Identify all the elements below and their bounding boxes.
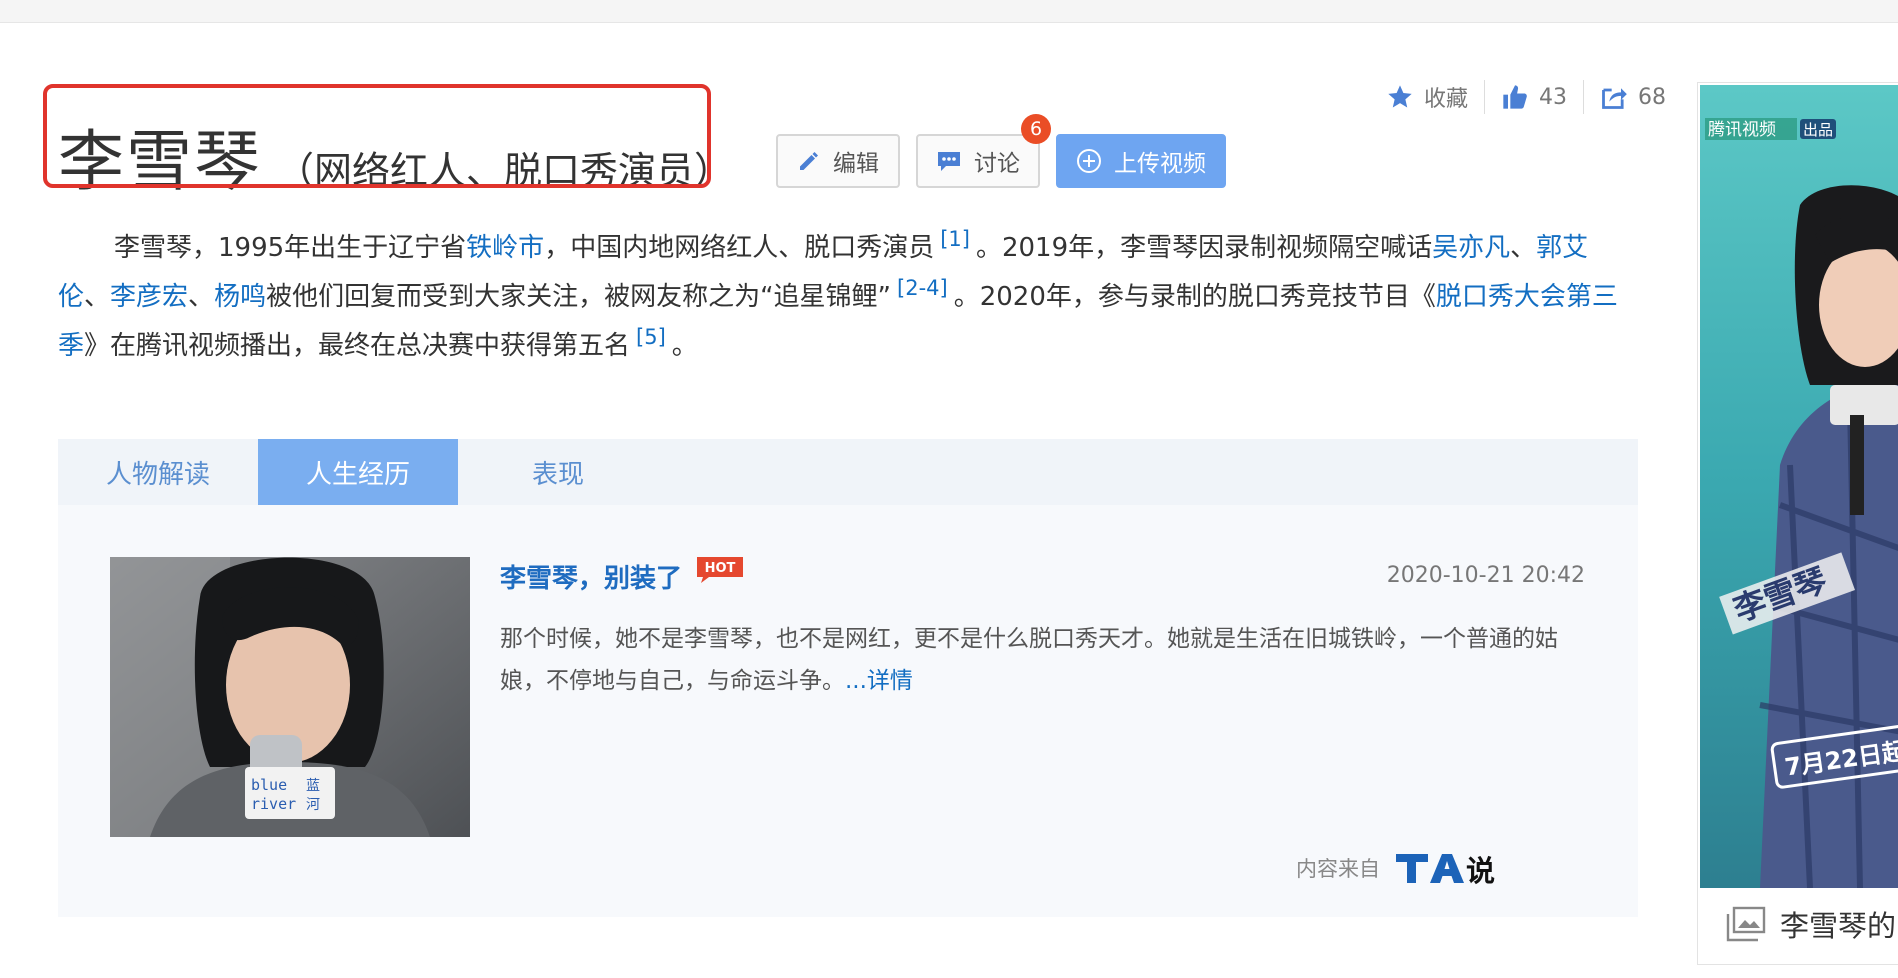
share-button[interactable]: 68 xyxy=(1600,83,1666,111)
stats-divider xyxy=(1583,80,1585,114)
edit-button[interactable]: 编辑 xyxy=(776,134,900,188)
article-title-link[interactable]: 李雪琴，别装了 xyxy=(500,558,682,595)
watermark-text: 腾讯视频 xyxy=(1708,120,1776,140)
summary-text: 。2020年，参与录制的脱口秀竞技节目《 xyxy=(953,282,1436,312)
favorite-button[interactable]: 收藏 xyxy=(1386,81,1468,113)
svg-text:river: river xyxy=(251,795,296,813)
summary-text: 。 xyxy=(671,331,698,361)
ta-shuo-logo[interactable]: 说 xyxy=(1394,850,1496,886)
thumbs-up-icon xyxy=(1503,85,1527,109)
comment-icon xyxy=(938,152,960,171)
tab-life-experience[interactable]: 人生经历 xyxy=(258,439,458,505)
summary-text: 、 xyxy=(84,282,111,312)
svg-text:说: 说 xyxy=(1466,854,1495,886)
discuss-count-badge: 6 xyxy=(1021,114,1051,144)
share-icon xyxy=(1602,88,1627,109)
svg-text:河: 河 xyxy=(306,797,320,813)
upload-video-button[interactable]: 上传视频 xyxy=(1056,134,1226,188)
link-tieling[interactable]: 铁岭市 xyxy=(466,233,544,263)
reference-2-4[interactable]: [2-4] xyxy=(897,276,948,300)
side-gallery-image[interactable]: 腾讯视频 出品 李雪琴 7月22日起 xyxy=(1700,85,1898,888)
hot-tag-icon: HOT xyxy=(697,557,743,583)
content-source: 内容来自 说 xyxy=(1296,850,1496,886)
link-li-yanhong[interactable]: 李彦宏 xyxy=(110,282,188,312)
discuss-button[interactable]: 讨论 xyxy=(916,134,1040,188)
link-wu-yifan[interactable]: 吴亦凡 xyxy=(1432,233,1510,263)
plus-circle-icon xyxy=(1077,149,1101,173)
gallery-icon xyxy=(1726,906,1766,942)
article-body-text: 那个时候，她不是李雪琴，也不是网红，更不是什么脱口秀天才。她就是生活在旧城铁岭，… xyxy=(500,626,1558,694)
share-count: 68 xyxy=(1638,84,1667,110)
summary-text: 》在腾讯视频播出，最终在总决赛中获得第五名 xyxy=(84,331,631,361)
edit-button-label: 编辑 xyxy=(833,151,879,177)
tab-performance[interactable]: 表现 xyxy=(458,439,658,505)
article-date: 2020-10-21 20:42 xyxy=(1386,563,1585,588)
side-caption-text: 李雪琴的 xyxy=(1780,909,1897,943)
reference-5[interactable]: [5] xyxy=(636,325,666,349)
upload-video-label: 上传视频 xyxy=(1114,151,1206,177)
reference-1[interactable]: [1] xyxy=(940,227,970,251)
svg-text:blue: blue xyxy=(251,776,287,794)
title-highlight-box xyxy=(43,84,711,188)
summary-text: 、 xyxy=(188,282,215,312)
like-count: 43 xyxy=(1539,84,1568,110)
tab-character-analysis[interactable]: 人物解读 xyxy=(58,439,258,505)
link-yang-ming[interactable]: 杨鸣 xyxy=(214,282,266,312)
like-button[interactable]: 43 xyxy=(1501,83,1567,111)
article-excerpt: 那个时候，她不是李雪琴，也不是网红，更不是什么脱口秀天才。她就是生活在旧城铁岭，… xyxy=(500,618,1590,702)
summary-text: 李雪琴，1995年出生于辽宁省 xyxy=(114,233,467,263)
browser-top-strip xyxy=(0,0,1898,23)
svg-text:蓝: 蓝 xyxy=(306,778,320,794)
summary-paragraph: 李雪琴，1995年出生于辽宁省铁岭市，中国内地网络红人、脱口秀演员 [1] 。201… xyxy=(58,224,1636,371)
side-gallery-caption[interactable]: 李雪琴的 xyxy=(1726,903,1896,945)
discuss-button-label: 讨论 xyxy=(974,151,1020,177)
stats-divider xyxy=(1484,80,1486,114)
article-photo[interactable]: blue river 蓝 河 xyxy=(110,557,470,837)
summary-text: 被他们回复而受到大家关注，被网友称之为“追星锦鲤” xyxy=(266,282,892,312)
hot-tag-label: HOT xyxy=(705,561,736,576)
watermark-tag: 出品 xyxy=(1803,121,1833,139)
star-icon xyxy=(1388,85,1412,108)
entry-summary: 李雪琴，1995年出生于辽宁省铁岭市，中国内地网络红人、脱口秀演员 [1] 。201… xyxy=(58,224,1636,371)
source-label: 内容来自 xyxy=(1296,857,1380,881)
side-gallery-card[interactable]: 腾讯视频 出品 李雪琴 7月22日起 李雪琴的 xyxy=(1697,82,1898,965)
summary-text: ，中国内地网络红人、脱口秀演员 xyxy=(544,233,935,263)
favorite-label: 收藏 xyxy=(1424,87,1469,112)
content-tabs: 人物解读 人生经历 表现 xyxy=(58,439,1638,505)
read-more-link[interactable]: ...详情 xyxy=(845,668,913,694)
summary-text: 。2019年，李雪琴因录制视频隔空喊话 xyxy=(975,233,1433,263)
pencil-icon xyxy=(800,152,818,170)
summary-text: 、 xyxy=(1510,233,1537,263)
entry-stats: 收藏 43 68 xyxy=(1386,80,1666,114)
